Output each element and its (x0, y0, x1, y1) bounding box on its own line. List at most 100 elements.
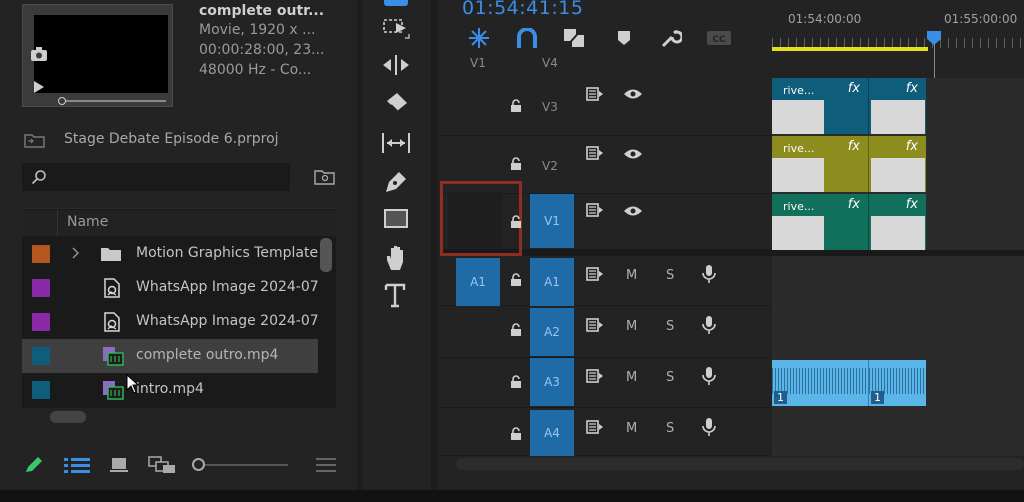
lock-icon[interactable] (510, 323, 522, 337)
list-view-icon[interactable] (64, 457, 90, 473)
nest-toggle-icon[interactable] (468, 27, 490, 49)
search-input[interactable] (22, 163, 290, 191)
eye-icon[interactable] (623, 88, 643, 100)
slip-tool-icon[interactable] (380, 127, 412, 159)
mute-button[interactable]: M (626, 319, 637, 334)
lock-icon[interactable] (510, 99, 522, 113)
solo-button[interactable]: S (666, 370, 674, 385)
panel-menu-icon[interactable] (316, 457, 336, 473)
microphone-icon[interactable] (702, 417, 716, 437)
find-icon[interactable] (314, 168, 336, 186)
microphone-icon[interactable] (702, 366, 716, 386)
lock-icon[interactable] (510, 375, 522, 389)
icon-view-icon[interactable] (110, 457, 128, 473)
track-area-a4[interactable] (772, 408, 1024, 456)
label-color-swatch[interactable] (32, 279, 50, 297)
track-label-v3[interactable]: V3 (542, 100, 558, 114)
microphone-icon[interactable] (702, 315, 716, 335)
label-color-swatch[interactable] (32, 313, 50, 331)
track-target-a2[interactable]: A2 (530, 308, 574, 356)
toggle-sync-lock-icon[interactable] (586, 146, 604, 160)
track-label-v2[interactable]: V2 (542, 159, 558, 173)
captions-icon[interactable]: CC (706, 30, 732, 46)
audio-clip-a3[interactable]: 1 (868, 360, 926, 406)
snap-icon[interactable] (516, 28, 538, 48)
track-select-tool-icon[interactable] (380, 13, 412, 45)
add-marker-icon[interactable] (617, 30, 631, 46)
toggle-sync-lock-icon[interactable] (586, 420, 604, 434)
track-header-a2[interactable] (440, 306, 770, 358)
video-clip-v2[interactable]: fx (868, 136, 926, 192)
horizontal-scrollbar[interactable] (50, 411, 86, 423)
ripple-edit-tool-icon[interactable] (380, 50, 412, 82)
track-header-v3[interactable] (440, 78, 770, 136)
track-area-a1[interactable] (772, 256, 1024, 306)
mute-button[interactable]: M (626, 268, 637, 283)
vertical-scrollbar[interactable] (320, 238, 332, 272)
column-name-header[interactable]: Name (67, 214, 108, 230)
freeform-view-icon[interactable] (148, 456, 176, 474)
track-area-a2[interactable] (772, 306, 1024, 358)
track-target-v1[interactable]: V1 (530, 194, 574, 248)
selection-tool-icon[interactable] (380, 0, 412, 6)
toggle-sync-lock-icon[interactable] (586, 369, 604, 383)
microphone-icon[interactable] (702, 264, 716, 284)
video-clip-v2[interactable]: rive... fx (772, 136, 868, 192)
pen-tool-icon[interactable] (380, 166, 412, 198)
solo-button[interactable]: S (666, 421, 674, 436)
list-item[interactable]: WhatsApp Image 2024-07 (22, 305, 319, 339)
type-tool-icon[interactable] (380, 280, 412, 312)
chevron-right-icon[interactable] (72, 247, 80, 259)
solo-button[interactable]: S (666, 268, 674, 283)
label-color-swatch[interactable] (32, 381, 50, 399)
label-color-swatch[interactable] (32, 347, 50, 365)
list-item[interactable]: Motion Graphics Template (22, 237, 318, 271)
track-target-a1[interactable]: A1 (530, 258, 574, 306)
linked-selection-icon[interactable] (562, 27, 586, 49)
video-clip-v3[interactable]: rive... fx (772, 78, 868, 134)
fx-badge[interactable]: fx (906, 197, 918, 212)
audio-clip-a3[interactable]: 1 (772, 360, 868, 406)
zoom-slider[interactable] (192, 458, 288, 472)
fx-badge[interactable]: fx (848, 139, 860, 154)
timeline-horizontal-scrollbar[interactable] (456, 458, 1024, 470)
video-clip-v1[interactable]: rive... fx (772, 194, 868, 250)
poster-frame-icon[interactable] (30, 46, 48, 62)
track-target-a4[interactable]: A4 (530, 410, 574, 456)
mute-button[interactable]: M (626, 421, 637, 436)
toggle-sync-lock-icon[interactable] (586, 87, 604, 101)
playhead-timecode[interactable]: 01:54:41:15 (462, 0, 583, 19)
eye-icon[interactable] (623, 148, 643, 160)
track-target-a3[interactable]: A3 (530, 358, 574, 406)
preview-scrubber[interactable] (58, 97, 168, 105)
source-patch-a1[interactable]: A1 (456, 258, 500, 306)
video-clip-v3[interactable]: fx (868, 78, 926, 134)
lock-icon[interactable] (510, 427, 522, 441)
eye-icon[interactable] (623, 205, 643, 217)
track-header-a4[interactable] (440, 408, 770, 456)
toggle-sync-lock-icon[interactable] (586, 267, 604, 281)
toggle-sync-lock-icon[interactable] (586, 318, 604, 332)
lock-icon[interactable] (510, 215, 522, 229)
list-item[interactable]: complete outro.mp4 (22, 339, 318, 373)
label-color-swatch[interactable] (32, 245, 50, 263)
lock-icon[interactable] (510, 157, 522, 171)
pencil-icon[interactable] (24, 456, 44, 474)
list-item[interactable]: WhatsApp Image 2024-07 (22, 271, 319, 305)
razor-tool-icon[interactable] (380, 88, 412, 120)
hand-tool-icon[interactable] (380, 242, 412, 274)
toggle-sync-lock-icon[interactable] (586, 203, 604, 217)
fx-badge[interactable]: fx (848, 81, 860, 96)
fx-badge[interactable]: fx (848, 197, 860, 212)
ruler[interactable] (772, 0, 1024, 54)
list-item[interactable]: intro.mp4 (22, 373, 318, 407)
solo-button[interactable]: S (666, 319, 674, 334)
mute-button[interactable]: M (626, 370, 637, 385)
lock-icon[interactable] (510, 273, 522, 287)
video-clip-v1[interactable]: fx (868, 194, 926, 250)
rectangle-tool-icon[interactable] (380, 203, 412, 235)
fx-badge[interactable]: fx (906, 139, 918, 154)
wrench-icon[interactable] (660, 27, 682, 49)
play-icon[interactable] (33, 80, 45, 94)
track-header-a3[interactable] (440, 358, 770, 408)
